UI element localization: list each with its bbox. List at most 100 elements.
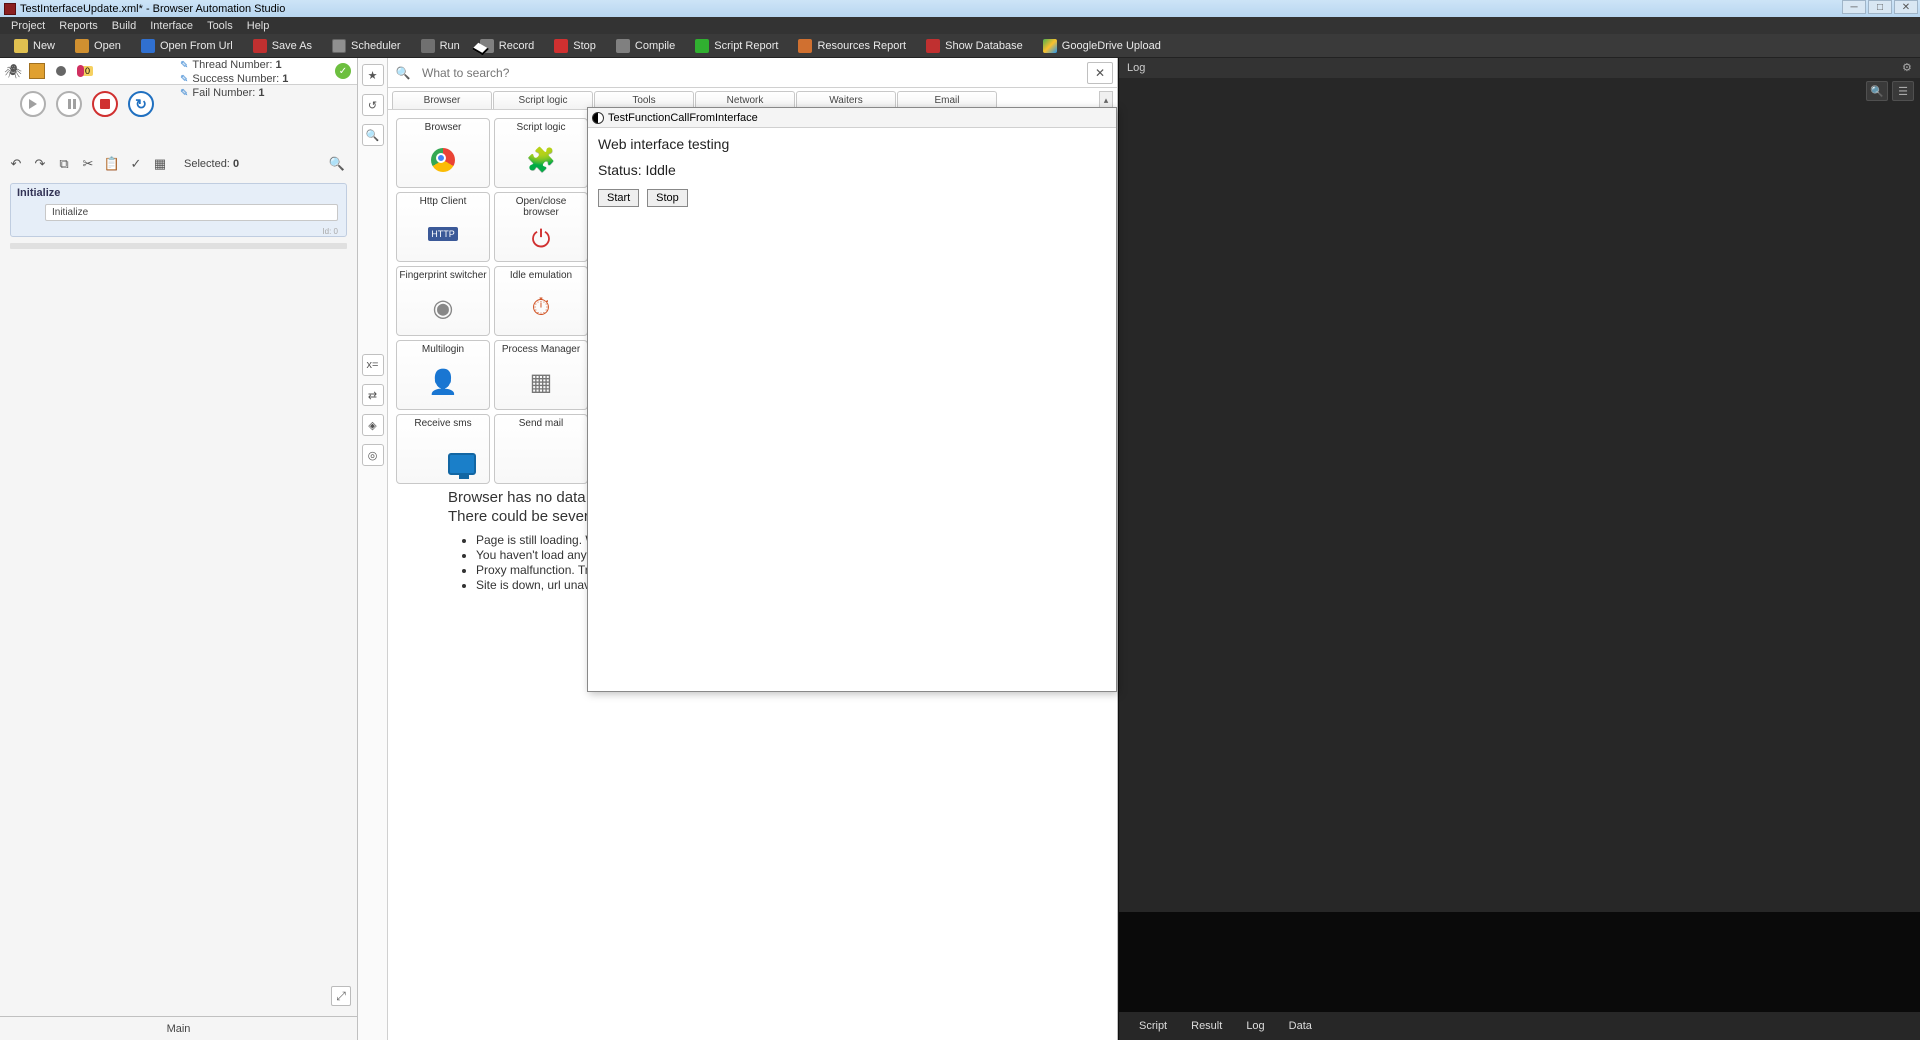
window-title: TestInterfaceUpdate.xml* - Browser Autom… [20,3,285,15]
resources-report-button[interactable]: Resources Report [788,34,916,58]
clear-search-button[interactable]: ✕ [1087,62,1113,84]
stop-icon [554,39,568,53]
tab-result[interactable]: Result [1179,1016,1234,1036]
yinyang-icon [592,112,604,124]
menu-tools[interactable]: Tools [200,20,240,32]
interface-preview-window[interactable]: TestFunctionCallFromInterface Web interf… [587,107,1117,692]
undo-button[interactable]: ↶ [6,155,26,173]
left-footer-tab[interactable]: Main [0,1016,357,1040]
pen-icon: ✎ [180,88,188,99]
save-as-button[interactable]: Save As [243,34,322,58]
initialize-node[interactable]: Initialize Initialize Id: 0 [10,183,347,237]
new-button[interactable]: New [4,34,65,58]
log-search-icon[interactable]: 🔍 [1866,81,1888,101]
menu-project[interactable]: Project [4,20,52,32]
log-menu-icon[interactable]: ☰ [1892,81,1914,101]
copy-button[interactable]: ⧉ [54,155,74,173]
open-from-url-button[interactable]: Open From Url [131,34,243,58]
menu-build[interactable]: Build [105,20,143,32]
compile-button[interactable]: Compile [606,34,685,58]
pen-icon: ✎ [180,74,188,85]
googledrive-upload-button[interactable]: GoogleDrive Upload [1033,34,1171,58]
popup-status: Status: Iddle [598,162,1106,178]
module-card-idle-emulation[interactable]: Idle emulation⏱ [494,266,588,336]
check-button[interactable]: ✓ [126,155,146,173]
add-node-placeholder[interactable] [10,243,347,249]
cut-button[interactable]: ✂ [78,155,98,173]
log-settings-icon[interactable]: ⚙ [1902,61,1916,75]
tab-script[interactable]: Script [1127,1016,1179,1036]
module-card-browser[interactable]: Browser [396,118,490,188]
minimize-button[interactable]: ─ [1842,0,1866,14]
tab-data[interactable]: Data [1277,1016,1324,1036]
search-icon: 🔍 [388,66,418,80]
menu-interface[interactable]: Interface [143,20,200,32]
target-icon[interactable]: ◎ [362,444,384,466]
main-toolbar: New Open Open From Url Save As Scheduler… [0,34,1920,58]
module-card-open-close-browser[interactable]: Open/close browser⏻ [494,192,588,262]
download-icon [141,39,155,53]
module-side-strip: ★ ↺ 🔍 x= ⇄ ◈ ◎ [358,58,388,1040]
stop-exec-button[interactable] [92,91,118,117]
script-tree-pane: 🕷 0 ✓ ✎Thread Number: 1 ✎Success Number:… [0,58,358,1040]
popup-titlebar[interactable]: TestFunctionCallFromInterface [588,108,1116,128]
shuffle-icon[interactable]: ⇄ [362,384,384,406]
fit-button[interactable]: ⤢ [331,986,351,1006]
run-button[interactable]: Run [411,34,470,58]
menu-help[interactable]: Help [240,20,277,32]
tab-log[interactable]: Log [1234,1016,1276,1036]
script-report-button[interactable]: Script Report [685,34,788,58]
googledrive-icon [1043,39,1057,53]
calendar-icon [332,39,346,53]
popup-title: TestFunctionCallFromInterface [608,112,758,124]
log-pane: Log ⚙ 🔍 ☰ Script Result Log Data [1118,58,1920,1040]
pen-icon: ✎ [180,60,188,71]
popup-start-button[interactable]: Start [598,189,639,207]
module-search-input[interactable] [418,62,1087,84]
play-button[interactable] [20,91,46,117]
play-icon [421,39,435,53]
log-body [1119,104,1920,912]
module-card-process-manager[interactable]: Process Manager▦ [494,340,588,410]
popup-stop-button[interactable]: Stop [647,189,688,207]
find-button[interactable]: 🔍 [327,155,347,173]
bookmark-icon[interactable]: ★ [362,64,384,86]
module-card-fingerprint-switcher[interactable]: Fingerprint switcher◉ [396,266,490,336]
zoom-icon[interactable]: 🔍 [362,124,384,146]
record-icon [480,39,494,53]
database-icon [926,39,940,53]
open-icon [75,39,89,53]
variable-icon[interactable]: x= [362,354,384,376]
popup-heading: Web interface testing [598,136,1106,152]
module-card-http-client[interactable]: Http ClientHTTP [396,192,490,262]
stop-button[interactable]: Stop [544,34,606,58]
reload-button[interactable] [128,91,154,117]
select-button[interactable]: ▦ [150,155,170,173]
maximize-button[interactable]: □ [1868,0,1892,14]
save-icon [253,39,267,53]
open-button[interactable]: Open [65,34,131,58]
tab-script-logic[interactable]: Script logic [493,91,593,109]
close-button[interactable]: ✕ [1894,0,1918,14]
new-icon [14,39,28,53]
app-icon [4,3,16,15]
module-card-script-logic[interactable]: Script logic🧩 [494,118,588,188]
menu-reports[interactable]: Reports [52,20,105,32]
monitor-icon [448,453,476,475]
paste-button[interactable]: 📋 [102,155,122,173]
preview-strip [1119,912,1920,1012]
history-icon[interactable]: ↺ [362,94,384,116]
box-icon [616,39,630,53]
show-database-button[interactable]: Show Database [916,34,1033,58]
tab-browser[interactable]: Browser [392,91,492,109]
bottom-tabs: Script Result Log Data [1119,1012,1920,1040]
title-bar: TestInterfaceUpdate.xml* - Browser Autom… [0,0,1920,17]
scheduler-button[interactable]: Scheduler [322,34,411,58]
log-title: Log [1127,62,1145,74]
menu-bar: Project Reports Build Interface Tools He… [0,17,1920,34]
module-card-multilogin[interactable]: Multilogin👤 [396,340,490,410]
record-button[interactable]: Record [470,34,544,58]
tag-icon[interactable]: ◈ [362,414,384,436]
redo-button[interactable]: ↷ [30,155,50,173]
pause-button[interactable] [56,91,82,117]
